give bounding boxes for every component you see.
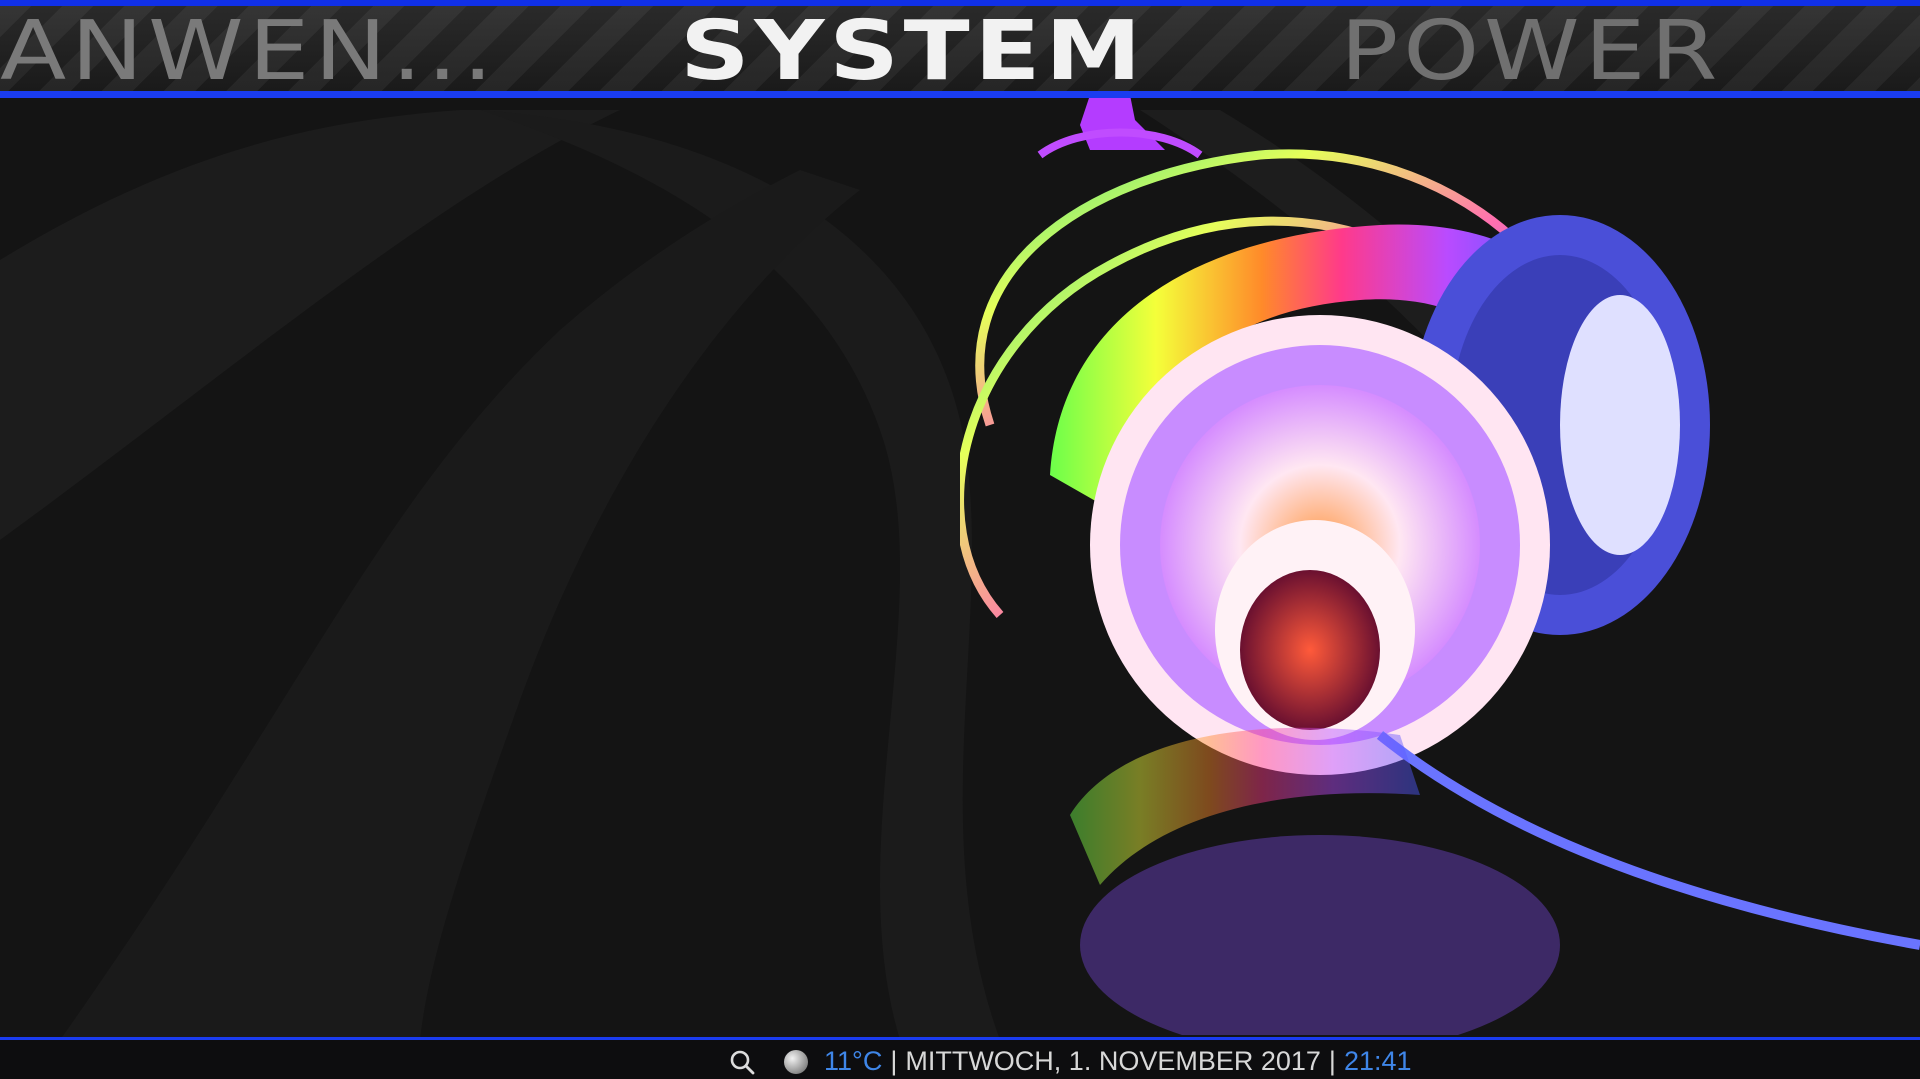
weather-icon (784, 1049, 808, 1074)
bottom-status-bar: 11°C | MITTWOCH, 1. NOVEMBER 2017 | 21:4… (0, 1037, 1920, 1079)
separator: | (890, 1046, 898, 1076)
headphones-artwork (960, 95, 1920, 1035)
date: MITTWOCH, 1. NOVEMBER 2017 (905, 1046, 1321, 1076)
search-icon[interactable] (728, 1048, 756, 1076)
status-info: 11°C | MITTWOCH, 1. NOVEMBER 2017 | 21:4… (728, 1046, 1412, 1077)
separator: | (1328, 1046, 1336, 1076)
temperature: 11°C (824, 1046, 883, 1076)
menu-item-applications[interactable]: ANWEN... (0, 8, 498, 96)
menu-item-system[interactable]: SYSTEM (680, 8, 1146, 96)
top-menu-bar: ANWEN... SYSTEM POWER (0, 0, 1920, 98)
menu-item-power[interactable]: POWER (1340, 8, 1722, 96)
clock-time: 21:41 (1343, 1046, 1412, 1076)
